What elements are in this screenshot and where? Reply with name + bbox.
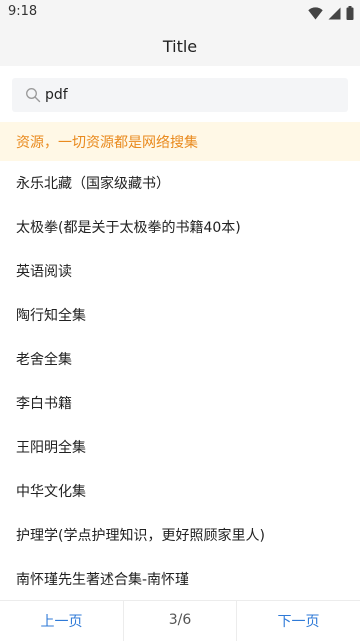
list-item[interactable]: 李白书籍 bbox=[0, 381, 360, 425]
list-item[interactable]: 永乐北藏（国家级藏书） bbox=[0, 161, 360, 205]
search-icon bbox=[26, 88, 41, 103]
list-item[interactable]: 英语阅读 bbox=[0, 249, 360, 293]
app-bar: Title bbox=[0, 26, 360, 66]
prev-page-button[interactable]: 上一页 bbox=[0, 601, 124, 641]
status-bar: 9:18 bbox=[0, 0, 360, 26]
list-item[interactable]: 陶行知全集 bbox=[0, 293, 360, 337]
resource-list: 永乐北藏（国家级藏书） 太极拳(都是关于太极拳的书籍40本) 英语阅读 陶行知全… bbox=[0, 161, 360, 601]
pagination-bar: 上一页 3/6 下一页 bbox=[0, 600, 360, 641]
wifi-icon bbox=[308, 6, 323, 19]
notice-text: 资源，一切资源都是网络搜集 bbox=[16, 134, 198, 151]
next-page-button[interactable]: 下一页 bbox=[236, 601, 360, 641]
status-icons bbox=[308, 5, 354, 21]
search-box[interactable] bbox=[12, 78, 348, 112]
battery-icon bbox=[346, 6, 354, 20]
page-title: Title bbox=[162, 36, 198, 56]
page-indicator: 3/6 bbox=[168, 612, 192, 628]
signal-icon bbox=[328, 7, 341, 19]
search-section bbox=[0, 66, 360, 122]
list-item[interactable]: 太极拳(都是关于太极拳的书籍40本) bbox=[0, 205, 360, 249]
list-item[interactable]: 王阳明全集 bbox=[0, 425, 360, 469]
search-input[interactable] bbox=[45, 87, 335, 103]
notice-banner: 资源，一切资源都是网络搜集 bbox=[0, 122, 360, 161]
status-time: 9:18 bbox=[8, 4, 38, 19]
list-item[interactable]: 中华文化集 bbox=[0, 469, 360, 513]
list-item[interactable]: 护理学(学点护理知识，更好照顾家里人) bbox=[0, 513, 360, 557]
list-item[interactable]: 老舍全集 bbox=[0, 337, 360, 381]
list-item[interactable]: 南怀瑾先生著述合集-南怀瑾 bbox=[0, 557, 360, 601]
